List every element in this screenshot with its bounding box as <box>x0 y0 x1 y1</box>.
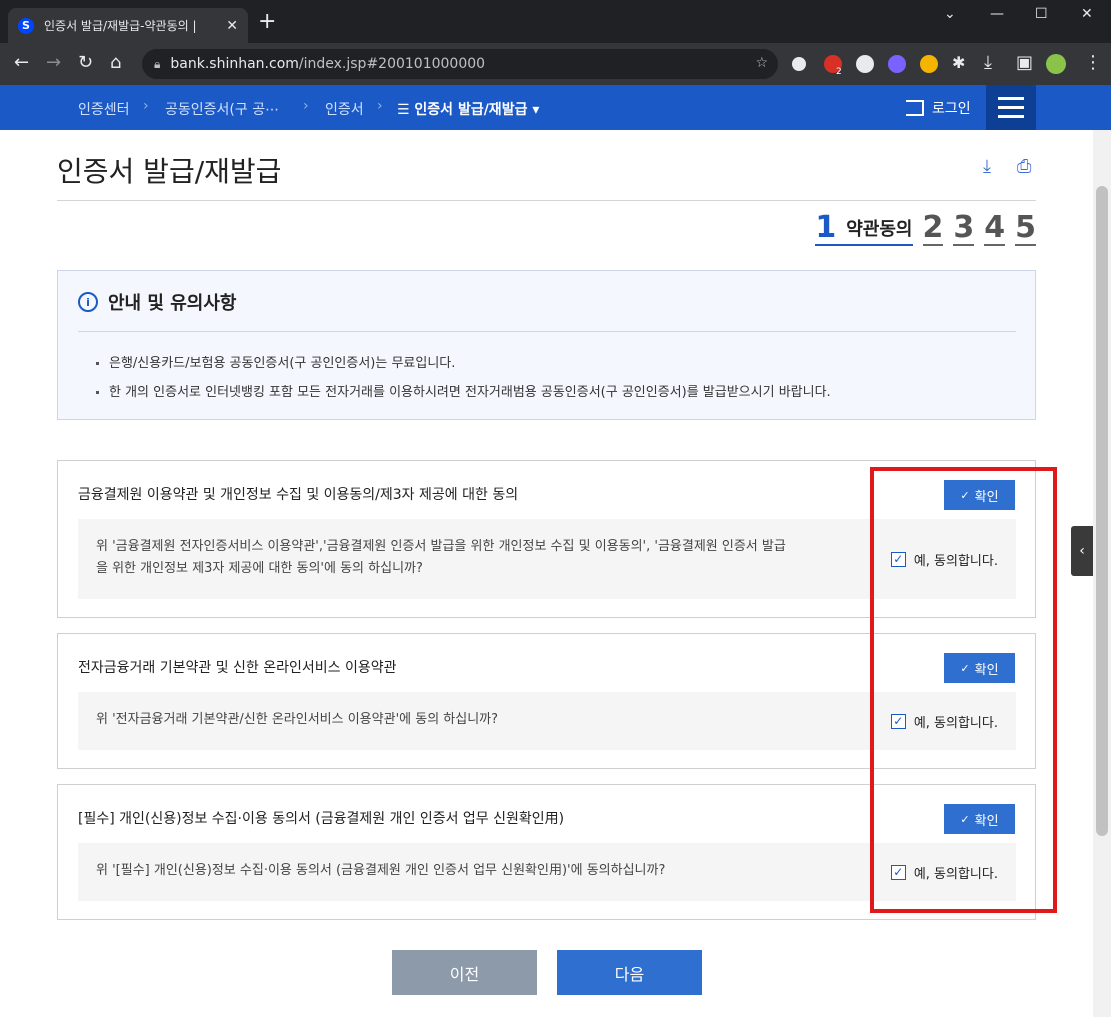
menu-line <box>998 97 1024 100</box>
login-icon <box>906 100 924 116</box>
tab-title: 인증서 발급/재발급-약관동의 | <box>44 19 197 33</box>
back-icon[interactable]: ← <box>14 53 29 73</box>
site-header: 인증센터 › 공동인증서(구 공⋯ › 인증서 › ☰ 인증서 발급/재발급 ▾… <box>0 85 1111 130</box>
more-menu-icon[interactable]: ⋮ <box>1084 53 1102 73</box>
print-icon[interactable]: ⎙ <box>1017 156 1031 177</box>
url-text: bank.shinhan.com/index.jsp#200101000000 <box>170 56 485 72</box>
terms-question-line: 위 '전자금융거래 기본약관/신한 온라인서비스 이용약관'에 동의 하십니까? <box>96 712 499 727</box>
terms-question-line: 위 '금융결제원 전자인증서비스 이용약관','금융결제원 인증서 발급을 위한… <box>96 539 786 554</box>
speaker-extension-icon[interactable] <box>792 57 806 71</box>
sidepanel-icon[interactable]: ▣ <box>1016 53 1033 73</box>
url-host: bank.shinhan.com <box>170 56 299 72</box>
title-divider <box>57 200 1036 201</box>
step-label: 약관동의 <box>846 219 913 240</box>
maximize-icon[interactable]: ☐ <box>1035 6 1048 22</box>
menu-line <box>998 115 1024 118</box>
step-item: 5 <box>1015 210 1036 246</box>
notice-list: 은행/신용카드/보험용 공동인증서(구 공인인증서)는 무료입니다. 한 개의 … <box>96 349 831 407</box>
terms-title: [필수] 개인(신용)정보 수집·이용 동의서 (금융결제원 개인 인증서 업무… <box>78 811 565 827</box>
breadcrumb-separator: › <box>143 98 149 114</box>
login-label: 로그인 <box>932 101 971 117</box>
terms-title: 전자금융거래 기본약관 및 신한 온라인서비스 이용약관 <box>78 660 397 676</box>
profile-avatar-icon[interactable] <box>1046 54 1066 74</box>
notice-item: 은행/신용카드/보험용 공동인증서(구 공인인증서)는 무료입니다. <box>96 349 831 378</box>
breadcrumb-separator: › <box>377 98 383 114</box>
terms-title: 금융결제원 이용약관 및 개인정보 수집 및 이용동의/제3자 제공에 대한 동… <box>78 487 519 503</box>
login-button[interactable]: 로그인 <box>906 98 971 118</box>
terms-question-line: 위 '[필수] 개인(신용)정보 수집·이용 동의서 (금융결제원 개인 인증서… <box>96 863 666 878</box>
terms-question: 위 '금융결제원 전자인증서비스 이용약관','금융결제원 인증서 발급을 위한… <box>96 536 816 580</box>
breadcrumb-item[interactable]: 공동인증서(구 공⋯ <box>165 99 279 119</box>
step-item: 2 <box>922 210 944 246</box>
terms-question-line: 을 위한 개인정보 제3자 제공에 대한 동의'에 동의 하십니까? <box>96 561 423 576</box>
close-tab-icon[interactable]: ✕ <box>226 18 238 34</box>
notice-item: 한 개의 인증서로 인터넷뱅킹 포함 모든 전자거래를 이용하시려면 전자거래범… <box>96 378 831 407</box>
bookmark-star-icon[interactable]: ☆ <box>755 55 768 71</box>
notice-box: i 안내 및 유의사항 은행/신용카드/보험용 공동인증서(구 공인인증서)는 … <box>57 270 1036 420</box>
notice-divider <box>78 331 1016 332</box>
scrollbar-thumb[interactable] <box>1096 186 1108 836</box>
info-icon: i <box>78 292 98 312</box>
next-button[interactable]: 다음 <box>557 950 702 995</box>
browser-tab-strip: S 인증서 발급/재발급-약관동의 | ✕ + ⌄ — ☐ ✕ <box>0 0 1111 43</box>
download-icon[interactable]: ⤓ <box>983 156 991 177</box>
highlight-annotation-box <box>870 467 1057 913</box>
chevron-down-icon[interactable]: ⌄ <box>944 6 956 22</box>
hamburger-menu-button[interactable] <box>986 85 1036 130</box>
step-current: 1 약관동의 <box>815 210 913 246</box>
address-bar[interactable]: 🔒︎ bank.shinhan.com/index.jsp#2001010000… <box>142 49 778 79</box>
lock-icon[interactable]: 🔒︎ <box>154 57 160 72</box>
puzzle-extensions-icon[interactable]: ✱ <box>952 53 965 73</box>
step-item: 3 <box>953 210 975 246</box>
breadcrumb-current[interactable]: ☰ 인증서 발급/재발급 ▾ <box>397 99 539 119</box>
browser-tab[interactable]: S 인증서 발급/재발급-약관동의 | ✕ <box>8 8 248 43</box>
notice-header: i 안내 및 유의사항 <box>78 289 236 315</box>
download-icon[interactable]: ⤓ <box>984 53 992 73</box>
browser-toolbar: ← → ↻ ⌂ 🔒︎ bank.shinhan.com/index.jsp#20… <box>0 43 1111 85</box>
notice-title: 안내 및 유의사항 <box>108 293 237 314</box>
breadcrumb-item[interactable]: 인증서 <box>325 99 364 119</box>
scrollbar[interactable] <box>1093 130 1111 1017</box>
breadcrumb-item[interactable]: 인증센터 <box>78 99 130 119</box>
reload-icon[interactable]: ↻ <box>78 53 93 73</box>
w-extension-icon[interactable] <box>888 55 906 73</box>
prev-button[interactable]: 이전 <box>392 950 537 995</box>
shinhan-favicon-icon: S <box>18 17 34 34</box>
extension-badge: 2 <box>836 67 842 77</box>
terms-question: 위 '[필수] 개인(신용)정보 수집·이용 동의서 (금융결제원 개인 인증서… <box>96 860 816 882</box>
step-number: 1 <box>815 210 837 245</box>
breadcrumb-separator: › <box>303 98 309 114</box>
new-tab-icon[interactable]: + <box>258 11 276 33</box>
chevron-left-icon[interactable]: ‹ <box>1071 526 1093 576</box>
close-window-icon[interactable]: ✕ <box>1081 6 1093 22</box>
minimize-icon[interactable]: — <box>990 6 1004 22</box>
terms-question: 위 '전자금융거래 기본약관/신한 온라인서비스 이용약관'에 동의 하십니까? <box>96 709 816 731</box>
url-path: /index.jsp#200101000000 <box>298 56 486 72</box>
forward-icon[interactable]: → <box>46 53 61 73</box>
color-extension-icon[interactable] <box>920 55 938 73</box>
home-icon[interactable]: ⌂ <box>110 53 121 73</box>
step-indicator: 1 약관동의 2 3 4 5 <box>815 212 1036 246</box>
step-item: 4 <box>984 210 1006 246</box>
page-title: 인증서 발급/재발급 <box>57 155 282 188</box>
profile-extension-icon[interactable] <box>856 55 874 73</box>
menu-line <box>998 106 1024 109</box>
